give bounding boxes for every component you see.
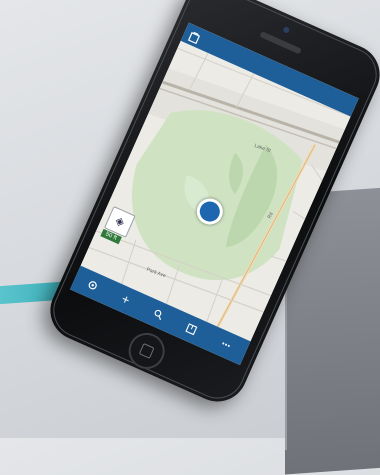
- map-layers-icon[interactable]: [187, 29, 202, 45]
- background-divider: [285, 290, 287, 450]
- compass-icon: ◈: [113, 214, 127, 230]
- home-square-icon: [138, 342, 155, 359]
